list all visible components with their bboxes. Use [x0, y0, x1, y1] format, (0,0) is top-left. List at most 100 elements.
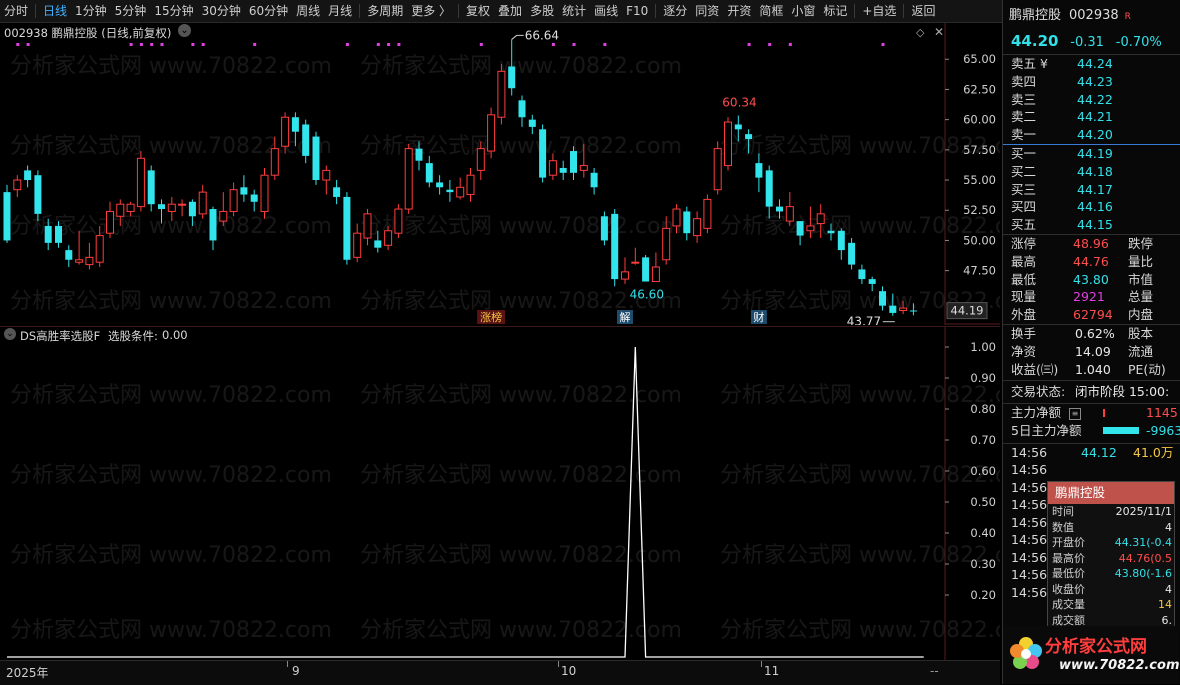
tick-volume: 41.0万	[1133, 444, 1174, 460]
toolbar-separator	[359, 4, 361, 18]
ask-book: 卖五 ¥ 44.24 卖四 44.23 卖三 44.22 卖二 44.21 卖一 44.20	[1003, 55, 1180, 144]
stock-tag: R	[1124, 12, 1131, 22]
toolbar-item-16[interactable]: F10	[622, 0, 652, 22]
tooltip-row: 成交量 14	[1048, 597, 1174, 613]
stat-label-2: 总量	[1128, 289, 1154, 305]
bid-row[interactable]: 买五 44.15	[1003, 216, 1180, 234]
site-logo: 分析家公式网 www.70822.com	[1003, 626, 1180, 684]
x-tick-oct: 10	[561, 664, 577, 678]
candle	[631, 247, 640, 265]
diamond-icon[interactable]: ◇	[916, 26, 924, 39]
toolbar-item-23[interactable]: +自选	[858, 0, 900, 22]
price-change: -0.31	[1070, 35, 1104, 50]
bid-row[interactable]: 买二 44.18	[1003, 163, 1180, 181]
toolbar-item-15[interactable]: 画线	[590, 0, 622, 22]
toolbar-item-5[interactable]: 30分钟	[198, 0, 245, 22]
svg-text:分析家公式网 www.70822.com: 分析家公式网 www.70822.com	[10, 463, 332, 488]
svg-text:分析家公式网 www.70822.com: 分析家公式网 www.70822.com	[360, 463, 682, 488]
ask-row[interactable]: 卖五 ¥ 44.24	[1003, 55, 1180, 73]
logo-url: www.70822.com	[1059, 658, 1180, 673]
tooltip-label: 成交量	[1052, 598, 1085, 611]
toolbar-item-19[interactable]: 开资	[723, 0, 755, 22]
candle	[198, 184, 207, 219]
tick-time: 14:56	[1011, 532, 1048, 548]
candle	[539, 124, 547, 183]
toolbar-item-2[interactable]: 1分钟	[71, 0, 111, 22]
toolbar-item-10[interactable]: 更多 〉	[407, 0, 455, 22]
stat-value: 62794	[1073, 307, 1113, 323]
ask-row[interactable]: 卖二 44.21	[1003, 108, 1180, 126]
toolbar-item-1[interactable]: 日线	[39, 0, 71, 22]
svg-text:分析家公式网 www.70822.com: 分析家公式网 www.70822.com	[720, 618, 1000, 643]
toolbar-separator	[655, 4, 657, 18]
candle	[147, 165, 155, 212]
toolbar-item-17[interactable]: 逐分	[659, 0, 691, 22]
trade-status-value: 闭市阶段 15:00:	[1075, 384, 1170, 400]
x-tick-mark	[287, 661, 288, 667]
chevron-down-icon[interactable]: ⌄	[4, 328, 16, 340]
stat2-value: 0.62%	[1075, 325, 1115, 341]
ask-row[interactable]: 卖四 44.23	[1003, 73, 1180, 91]
toolbar-item-6[interactable]: 60分钟	[245, 0, 292, 22]
toolbar-item-9[interactable]: 多周期	[363, 0, 407, 22]
zoom-button[interactable]: --	[930, 664, 939, 678]
y-tick-label: 0.70	[970, 433, 996, 447]
toolbar-item-24[interactable]: 返回	[907, 0, 939, 22]
ask-row[interactable]: 卖一 44.20	[1003, 126, 1180, 144]
y-tick-label: 62.50	[963, 82, 996, 96]
tick-time: 14:56	[1011, 462, 1048, 478]
toolbar-item-0[interactable]: 分时	[0, 0, 32, 22]
stat2-row: 收益(㈢) 1.040 PE(动)	[1003, 361, 1180, 379]
toolbar-item-12[interactable]: 叠加	[494, 0, 526, 22]
y-tick-label: 0.40	[970, 526, 996, 540]
list-icon[interactable]: ≡	[1069, 408, 1081, 421]
candle	[508, 39, 516, 96]
event-dot	[397, 43, 401, 46]
candle	[322, 165, 331, 195]
indicator-chart[interactable]: 分析家公式网 www.70822.com 分析家公式网 www.70822.com…	[0, 327, 1042, 661]
toolbar-item-18[interactable]: 同资	[691, 0, 723, 22]
bid-row[interactable]: 买一 44.19	[1003, 145, 1180, 163]
bid-row[interactable]: 买三 44.17	[1003, 181, 1180, 199]
chevron-down-icon[interactable]: ⌄	[178, 24, 191, 37]
tooltip-row: 最低价 43.80(-1.6	[1048, 566, 1174, 582]
candle	[724, 117, 732, 171]
ask-label: 卖五 ¥	[1011, 56, 1048, 71]
ask-price: 44.21	[1077, 109, 1113, 125]
ask-label: 卖三	[1011, 91, 1037, 107]
candlestick-chart[interactable]: 分析家公式网 www.70822.com 分析家公式网 www.70822.com…	[0, 23, 1042, 329]
bid-row[interactable]: 买四 44.16	[1003, 198, 1180, 216]
toolbar-item-8[interactable]: 月线	[324, 0, 356, 22]
candle	[250, 189, 258, 212]
condition-label: 选股条件:	[108, 329, 158, 343]
x-tick-sep: 9	[292, 664, 300, 678]
toolbar-item-22[interactable]: 标记	[819, 0, 851, 22]
ask-row[interactable]: 卖三 44.22	[1003, 91, 1180, 109]
bid-label: 买一	[1011, 145, 1037, 161]
event-label: 财	[753, 310, 764, 324]
price-chart-pane: 分析家公式网 www.70822.com 分析家公式网 www.70822.com…	[0, 23, 1042, 329]
candle	[600, 211, 608, 246]
toolbar-item-13[interactable]: 多股	[526, 0, 558, 22]
close-icon[interactable]: ✕	[934, 25, 944, 39]
toolbar-item-21[interactable]: 小窗	[787, 0, 819, 22]
candle	[3, 184, 11, 243]
svg-text:分析家公式网 www.70822.com: 分析家公式网 www.70822.com	[10, 618, 332, 643]
bid-price: 44.17	[1077, 181, 1113, 197]
candle	[312, 131, 320, 185]
min-end-annotation: 43.77	[847, 315, 881, 325]
toolbar-item-7[interactable]: 周线	[292, 0, 324, 22]
stat-label-2: 量比	[1128, 253, 1154, 269]
y-tick-label: 0.60	[970, 464, 996, 478]
stat-label: 涨停	[1011, 235, 1037, 251]
toolbar-item-14[interactable]: 统计	[558, 0, 590, 22]
event-label: 解	[620, 310, 631, 324]
toolbar-separator	[458, 4, 460, 18]
toolbar-item-11[interactable]: 复权	[462, 0, 494, 22]
logo-text: 分析家公式网	[1045, 637, 1147, 657]
toolbar-item-20[interactable]: 简框	[755, 0, 787, 22]
candle	[466, 167, 475, 202]
svg-text:分析家公式网 www.70822.com: 分析家公式网 www.70822.com	[10, 383, 332, 408]
toolbar-item-3[interactable]: 5分钟	[111, 0, 151, 22]
toolbar-item-4[interactable]: 15分钟	[150, 0, 197, 22]
